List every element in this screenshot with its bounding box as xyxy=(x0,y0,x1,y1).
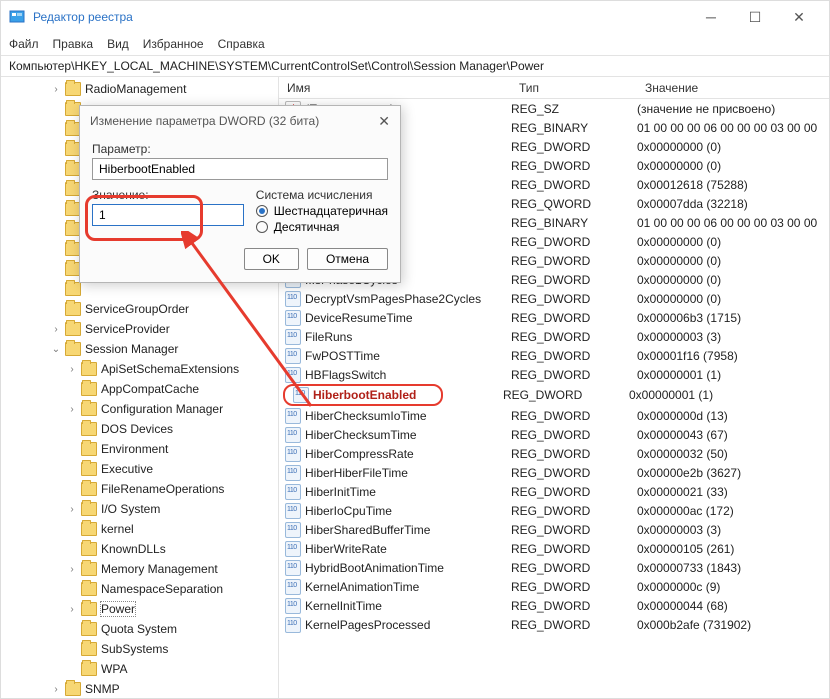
dialog-title: Изменение параметра DWORD (32 бита) xyxy=(90,114,319,128)
tree-item[interactable]: Quota System xyxy=(1,619,278,639)
ok-button[interactable]: OK xyxy=(244,248,299,270)
binary-icon xyxy=(285,617,301,633)
tree-item[interactable]: AppCompatCache xyxy=(1,379,278,399)
value-row[interactable]: HBFlagsSwitchREG_DWORD0x00000001 (1) xyxy=(279,365,829,384)
tree-item[interactable]: ›Configuration Manager xyxy=(1,399,278,419)
menu-view[interactable]: Вид xyxy=(107,37,129,51)
binary-icon xyxy=(285,503,301,519)
binary-icon xyxy=(285,408,301,424)
param-label: Параметр: xyxy=(92,142,388,156)
value-row[interactable]: HybridBootAnimationTimeREG_DWORD0x000007… xyxy=(279,558,829,577)
tree-item[interactable]: KnownDLLs xyxy=(1,539,278,559)
binary-icon xyxy=(285,560,301,576)
binary-icon xyxy=(285,484,301,500)
binary-icon xyxy=(285,465,301,481)
tree-item[interactable]: ›ServiceProvider xyxy=(1,319,278,339)
maximize-button[interactable]: ☐ xyxy=(733,3,777,31)
menu-help[interactable]: Справка xyxy=(218,37,265,51)
tree-item[interactable]: NamespaceSeparation xyxy=(1,579,278,599)
tree-item[interactable]: ServiceGroupOrder xyxy=(1,299,278,319)
window-title: Редактор реестра xyxy=(33,10,133,24)
value-row[interactable]: HiberCompressRateREG_DWORD0x00000032 (50… xyxy=(279,444,829,463)
value-row[interactable]: KernelPagesProcessedREG_DWORD0x000b2afe … xyxy=(279,615,829,634)
binary-icon xyxy=(293,387,309,403)
menu-favorites[interactable]: Избранное xyxy=(143,37,204,51)
value-row[interactable]: FwPOSTTimeREG_DWORD0x00001f16 (7958) xyxy=(279,346,829,365)
tree-item[interactable]: FileRenameOperations xyxy=(1,479,278,499)
tree-item[interactable]: ›ApiSetSchemaExtensions xyxy=(1,359,278,379)
tree-item[interactable]: ›I/O System xyxy=(1,499,278,519)
binary-icon xyxy=(285,291,301,307)
menubar: Файл Правка Вид Избранное Справка xyxy=(1,33,829,55)
radio-hex[interactable]: Шестнадцатеричная xyxy=(256,204,388,218)
minimize-button[interactable]: ─ xyxy=(689,3,733,31)
dialog-close-icon[interactable]: ✕ xyxy=(378,113,390,130)
value-row[interactable]: HiberWriteRateREG_DWORD0x00000105 (261) xyxy=(279,539,829,558)
tree-item[interactable]: Executive xyxy=(1,459,278,479)
value-label: Значение: xyxy=(92,188,244,202)
value-row[interactable]: HiberChecksumIoTimeREG_DWORD0x0000000d (… xyxy=(279,406,829,425)
value-row[interactable]: HiberChecksumTimeREG_DWORD0x00000043 (67… xyxy=(279,425,829,444)
edit-dword-dialog: Изменение параметра DWORD (32 бита) ✕ Па… xyxy=(79,105,401,283)
value-row[interactable]: HiberbootEnabledREG_DWORD0x00000001 (1) xyxy=(279,384,829,406)
tree-item[interactable]: SubSystems xyxy=(1,639,278,659)
value-row[interactable]: HiberHiberFileTimeREG_DWORD0x00000e2b (3… xyxy=(279,463,829,482)
tree-item[interactable]: WPA xyxy=(1,659,278,679)
menu-edit[interactable]: Правка xyxy=(53,37,94,51)
value-row[interactable]: HiberSharedBufferTimeREG_DWORD0x00000003… xyxy=(279,520,829,539)
tree-item[interactable]: ⌄Session Manager xyxy=(1,339,278,359)
binary-icon xyxy=(285,522,301,538)
value-row[interactable]: HiberInitTimeREG_DWORD0x00000021 (33) xyxy=(279,482,829,501)
tree-item[interactable]: Environment xyxy=(1,439,278,459)
value-row[interactable]: KernelInitTimeREG_DWORD0x00000044 (68) xyxy=(279,596,829,615)
address-bar[interactable]: Компьютер\HKEY_LOCAL_MACHINE\SYSTEM\Curr… xyxy=(1,55,829,77)
value-row[interactable]: DecryptVsmPagesPhase2CyclesREG_DWORD0x00… xyxy=(279,289,829,308)
col-type[interactable]: Тип xyxy=(511,81,637,95)
binary-icon xyxy=(285,541,301,557)
address-text: Компьютер\HKEY_LOCAL_MACHINE\SYSTEM\Curr… xyxy=(9,59,544,73)
cancel-button[interactable]: Отмена xyxy=(307,248,388,270)
tree-item[interactable]: ›RadioManagement xyxy=(1,79,278,99)
value-row[interactable]: HiberIoCpuTimeREG_DWORD0x000000ac (172) xyxy=(279,501,829,520)
binary-icon xyxy=(285,446,301,462)
tree-item[interactable]: DOS Devices xyxy=(1,419,278,439)
tree-item[interactable]: ›Memory Management xyxy=(1,559,278,579)
column-headers: Имя Тип Значение xyxy=(279,77,829,99)
close-button[interactable]: ✕ xyxy=(777,3,821,31)
col-value[interactable]: Значение xyxy=(637,81,829,95)
binary-icon xyxy=(285,329,301,345)
binary-icon xyxy=(285,579,301,595)
param-field: HiberbootEnabled xyxy=(92,158,388,180)
binary-icon xyxy=(285,598,301,614)
tree-item[interactable]: ›Power xyxy=(1,599,278,619)
value-row[interactable]: DeviceResumeTimeREG_DWORD0x000006b3 (171… xyxy=(279,308,829,327)
col-name[interactable]: Имя xyxy=(279,81,511,95)
value-field[interactable]: 1 xyxy=(92,204,244,226)
binary-icon xyxy=(285,427,301,443)
binary-icon xyxy=(285,310,301,326)
value-row[interactable]: FileRunsREG_DWORD0x00000003 (3) xyxy=(279,327,829,346)
menu-file[interactable]: Файл xyxy=(9,37,39,51)
base-label: Система исчисления xyxy=(256,188,388,202)
binary-icon xyxy=(285,367,301,383)
binary-icon xyxy=(285,348,301,364)
regedit-icon xyxy=(9,9,25,25)
radio-dec[interactable]: Десятичная xyxy=(256,220,388,234)
tree-item[interactable]: ›SNMP xyxy=(1,679,278,698)
titlebar: Редактор реестра ─ ☐ ✕ xyxy=(1,1,829,33)
tree-item[interactable]: kernel xyxy=(1,519,278,539)
value-row[interactable]: KernelAnimationTimeREG_DWORD0x0000000c (… xyxy=(279,577,829,596)
